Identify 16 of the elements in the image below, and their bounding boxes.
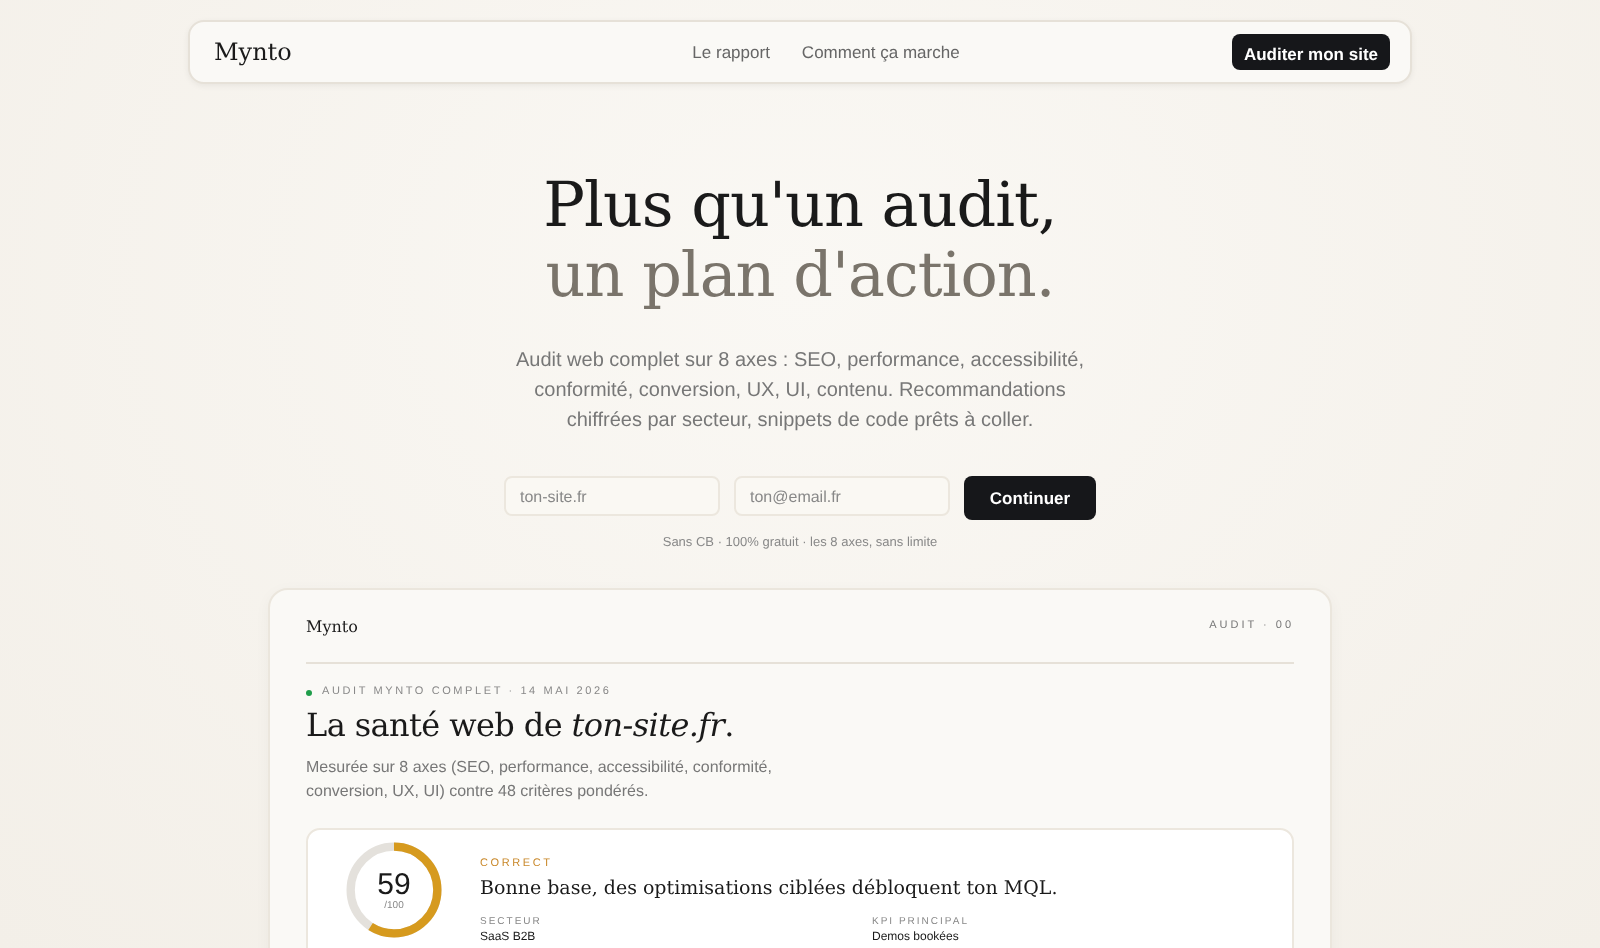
score-value: 59 — [377, 869, 411, 899]
report-description: Mesurée sur 8 axes (SEO, performance, accessibilité, conformité, conversion, UX, UI) contre 48 critères pondérés. — [306, 756, 774, 804]
hero-subtitle: un plan d'action. — [545, 242, 1055, 312]
input-field[interactable]: ton@email.fr — [734, 476, 950, 516]
hero-title: Plus qu'un audit, — [543, 172, 1057, 242]
score-summary: Bonne base, des optimisations ciblées débloquent ton MQL. — [480, 878, 1060, 900]
nav-link[interactable]: Comment ça marche — [801, 42, 960, 62]
audit-button[interactable]: Auditer mon site — [1231, 34, 1390, 70]
report-title: La santé web de ton-site.fr. — [306, 706, 736, 744]
logo[interactable]: Mynto — [214, 38, 292, 66]
report-brand: Mynto — [306, 617, 358, 635]
nav-link[interactable]: Le rapport — [692, 42, 770, 62]
score-gauge — [344, 840, 444, 940]
input-field[interactable]: ton-site.fr — [504, 476, 720, 516]
continue-button[interactable]: Continuer — [964, 476, 1096, 520]
hero-description: Audit web complet sur 8 axes : SEO, performance, accessibilité, conformité, conversion, UX, UI, contenu. Recommandations chiffrées par secteur, snippets de code prêts à coller. — [513, 348, 1086, 436]
